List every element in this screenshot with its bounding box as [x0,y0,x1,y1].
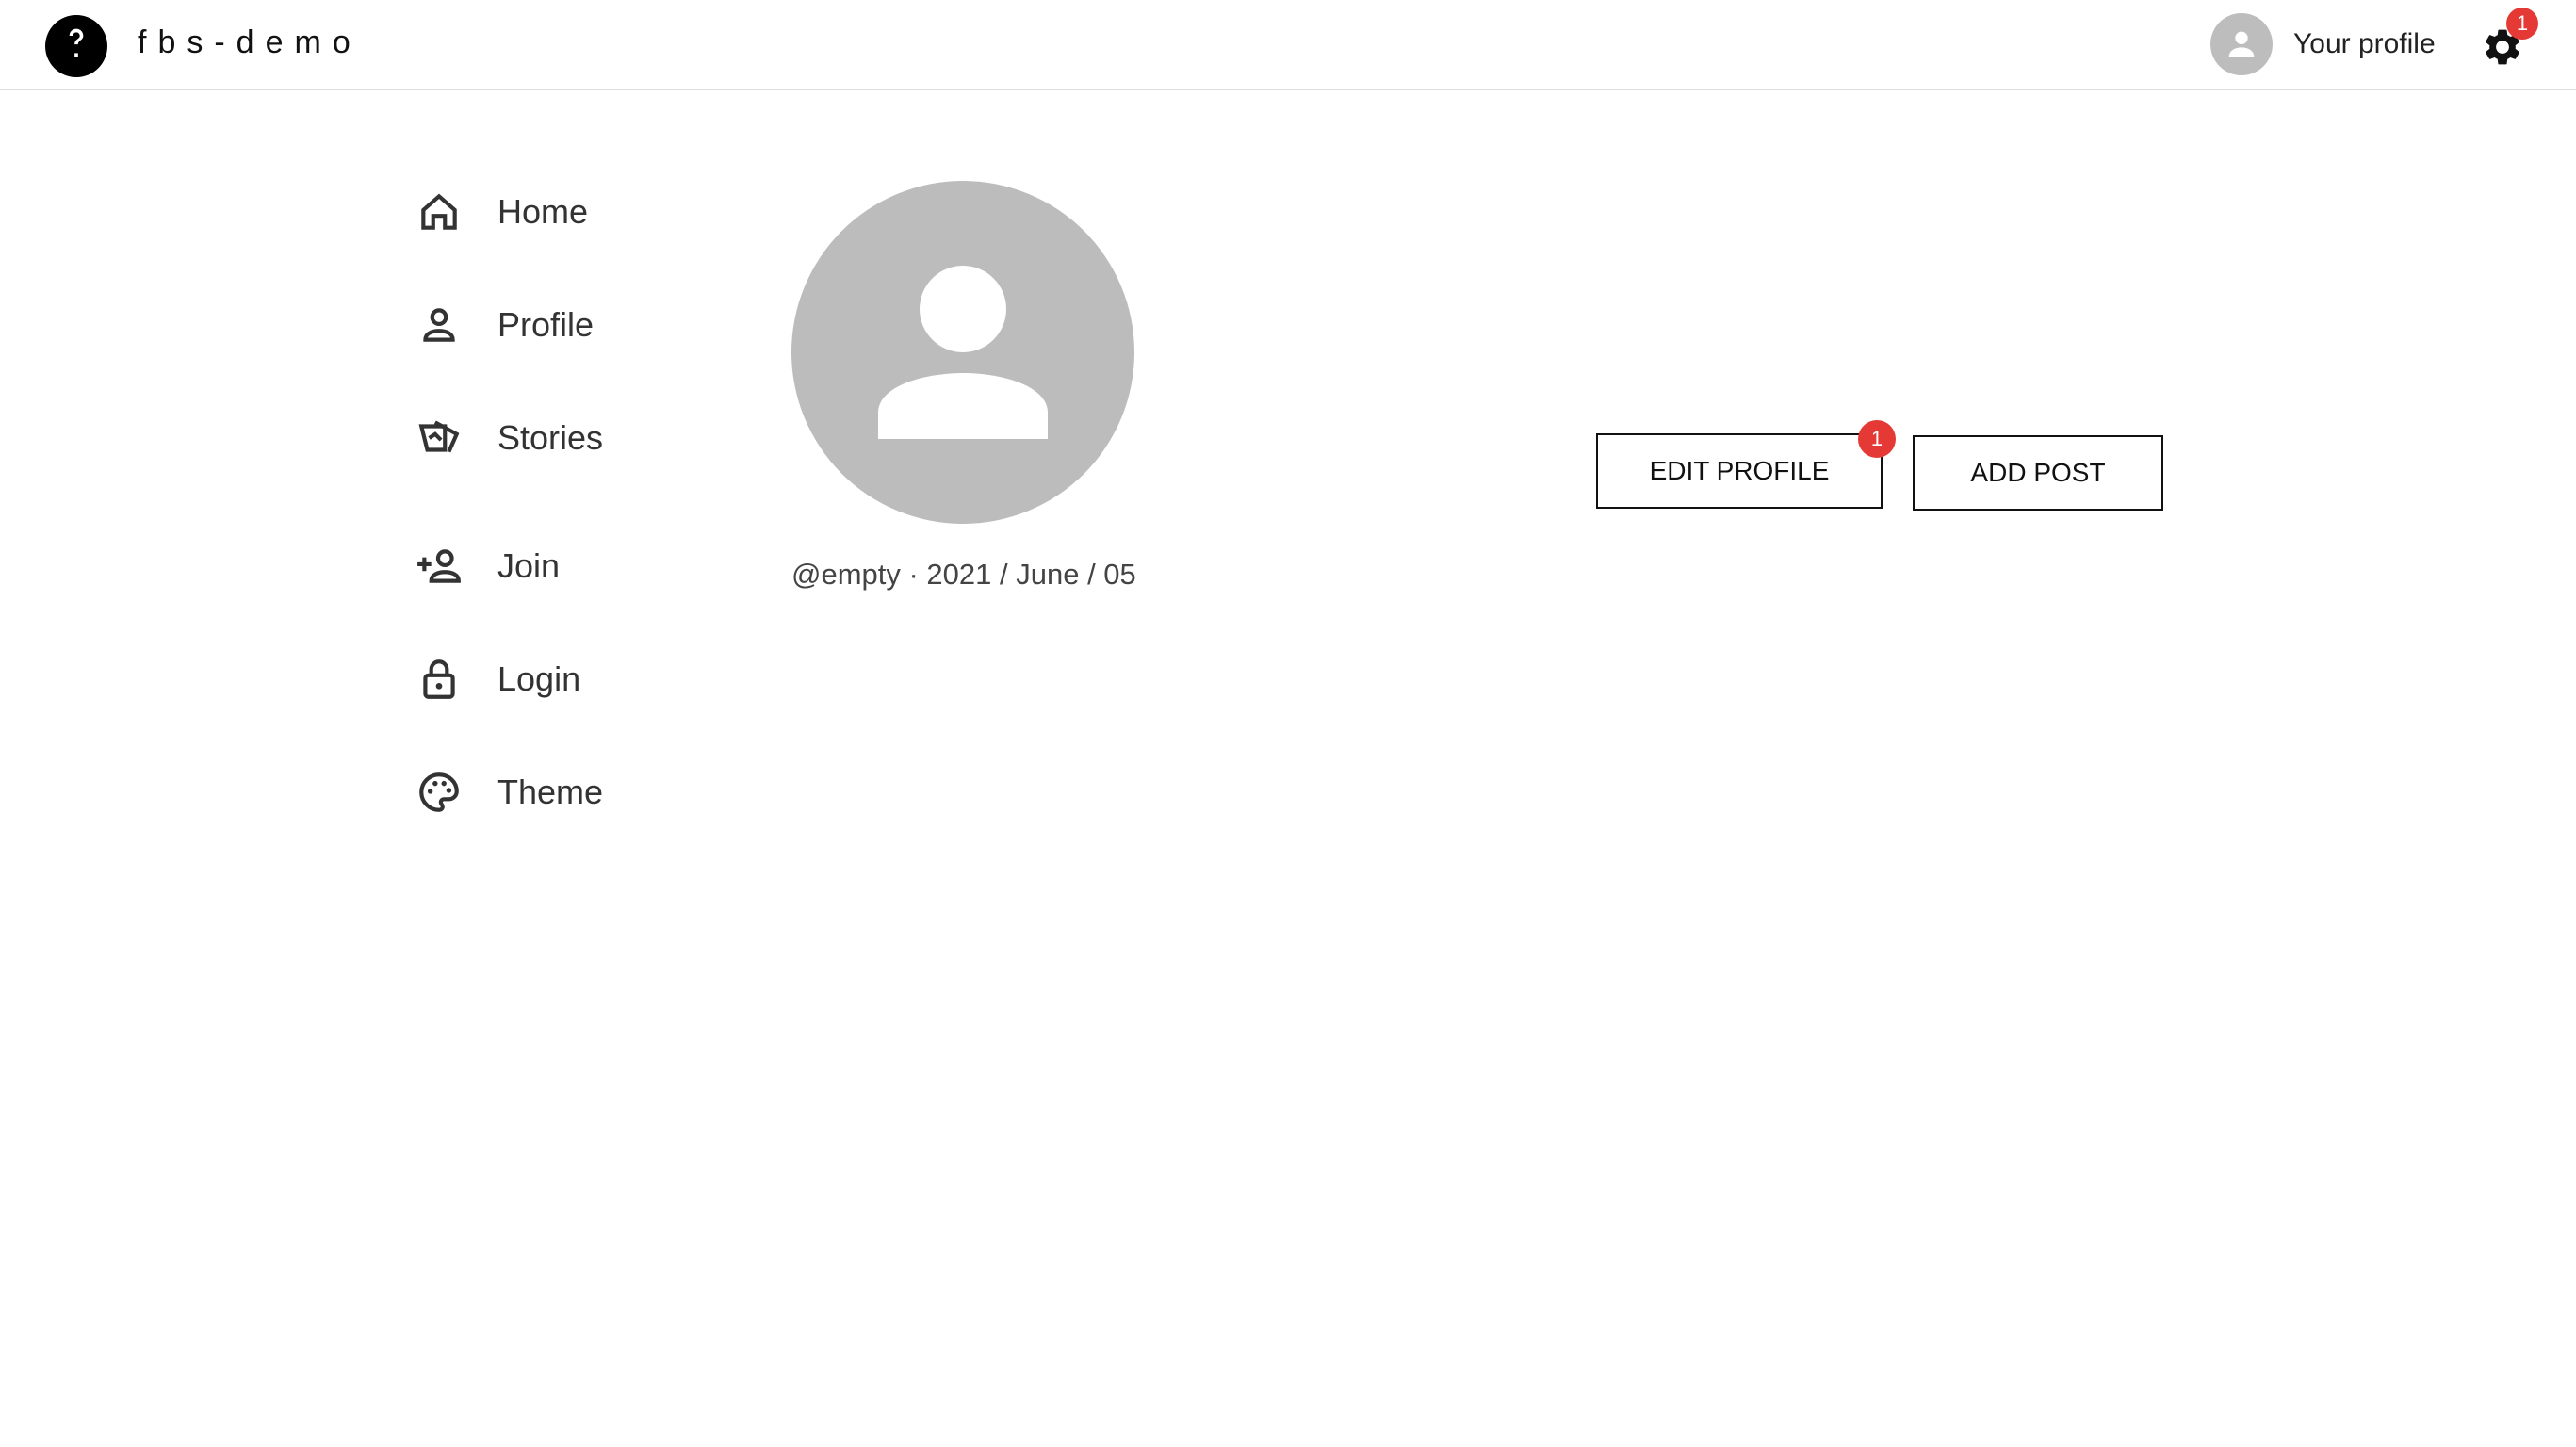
your-profile-label: Your profile [2293,28,2436,59]
sidebar-item-label: Profile [497,305,595,344]
settings-notification-badge: 1 [2506,8,2538,40]
add-post-button[interactable]: ADD POST [1913,435,2163,511]
sidebar-item-label: Stories [497,418,604,457]
profile-avatar [791,181,1134,524]
edit-profile-button[interactable]: EDIT PROFILE [1596,433,1883,509]
lock-icon [411,651,467,707]
person-add-icon [411,538,467,594]
sidebar-item-home[interactable]: Home [411,179,588,245]
sidebar-item-label: Home [497,192,589,231]
profile-handle-date: @empty · 2021 / June / 05 [791,558,1136,591]
help-logo-icon[interactable] [45,15,107,77]
sidebar-item-theme[interactable]: Theme [411,759,603,825]
sidebar-item-label: Join [497,546,561,585]
avatar [2210,13,2273,75]
your-profile-link[interactable]: Your profile [2210,13,2436,75]
edit-profile-badge: 1 [1858,420,1896,458]
sidebar-item-join[interactable]: Join [411,533,560,599]
person-placeholder-icon [878,266,1048,439]
sidebar-item-label: Login [497,659,581,698]
palette-icon [411,764,467,821]
home-icon [411,184,467,240]
sidebar-item-label: Theme [497,772,604,811]
top-app-bar: fbs-demo Your profile 1 [0,0,2576,90]
app-title[interactable]: fbs-demo [138,24,362,61]
sidebar-item-login[interactable]: Login [411,646,580,712]
sidebar-item-stories[interactable]: Stories [411,405,603,471]
sidebar-item-profile[interactable]: Profile [411,292,594,358]
stories-icon [411,410,467,466]
person-icon [411,297,467,353]
